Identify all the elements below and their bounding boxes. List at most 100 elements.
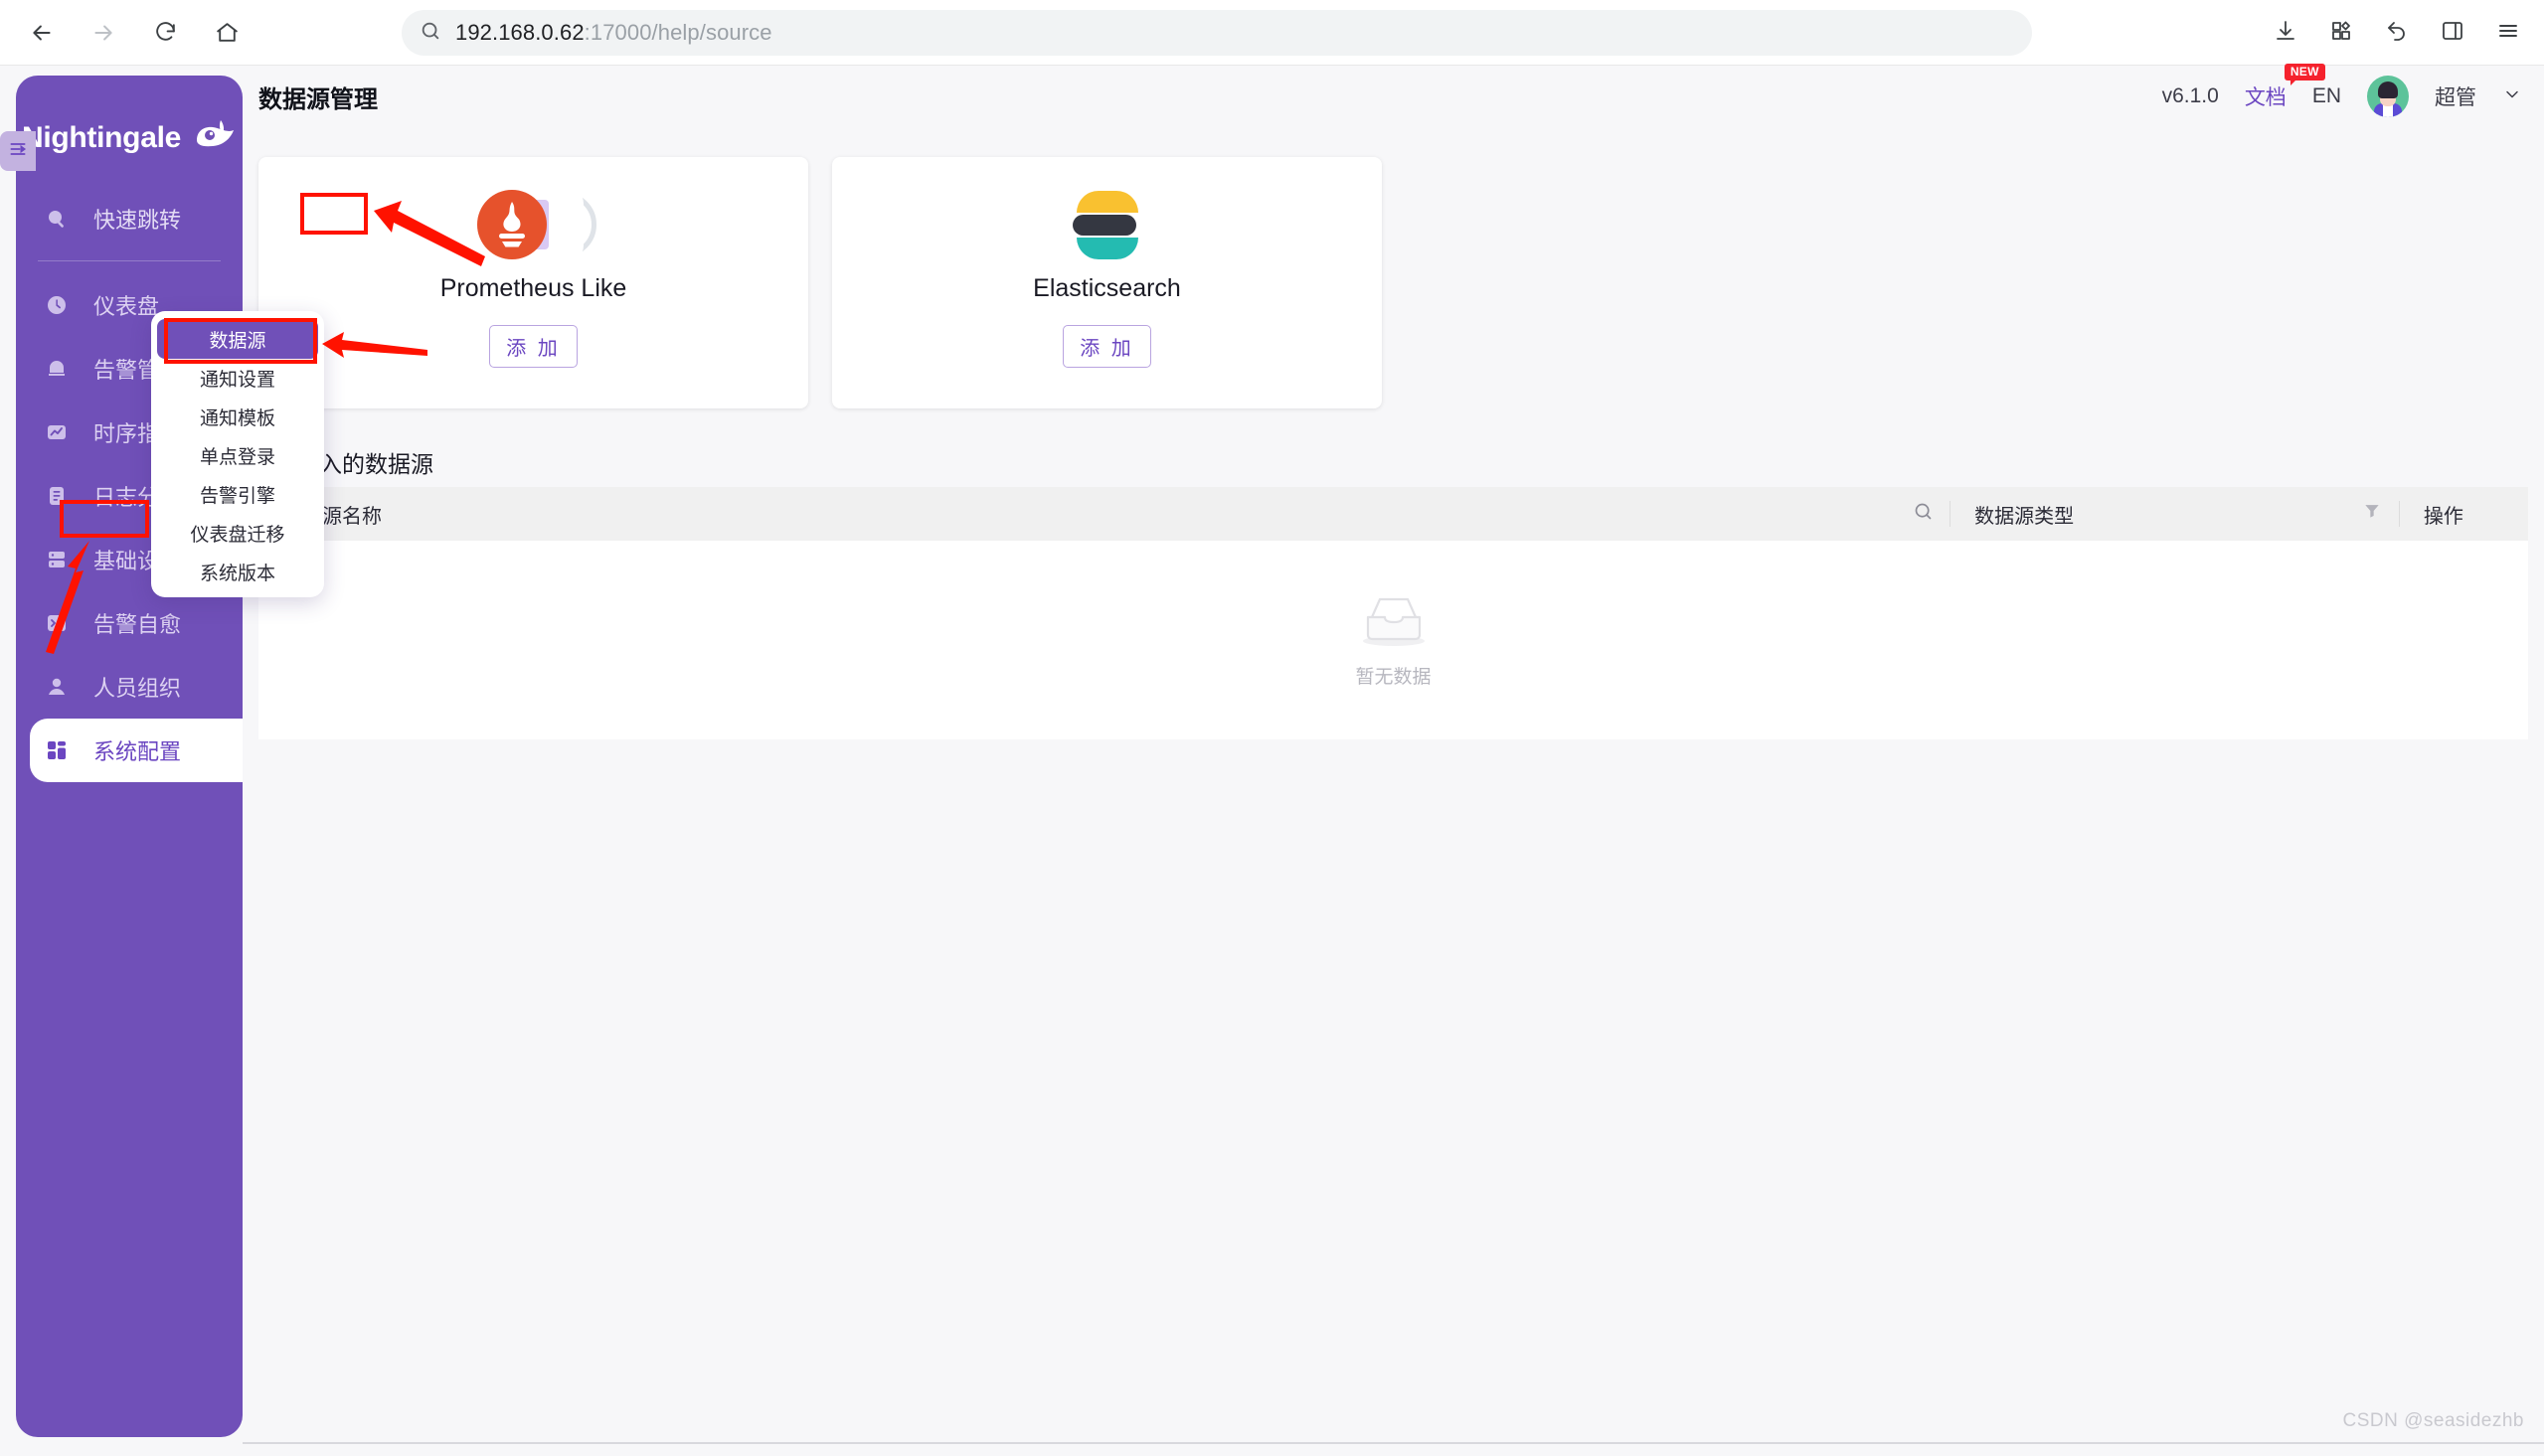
empty-inbox-icon	[1356, 591, 1432, 654]
undo-button[interactable]	[2371, 10, 2423, 56]
datasource-card-prometheus[interactable]: Prometheus Like 添 加	[258, 157, 808, 408]
sidebar-item-label: 人员组织	[93, 676, 182, 701]
sidebar-item-system-configuration[interactable]: 系统配置	[30, 719, 243, 782]
line-chart-icon	[42, 420, 72, 444]
es-mid-bar	[1072, 215, 1136, 236]
hamburger-menu-icon	[2496, 19, 2520, 48]
reload-button[interactable]	[137, 10, 193, 56]
datasource-card-elasticsearch[interactable]: Elasticsearch 添 加	[832, 157, 1382, 408]
version-label: v6.1.0	[2161, 84, 2219, 107]
submenu-item-datasource[interactable]: 数据源	[157, 319, 318, 359]
home-button[interactable]	[199, 10, 254, 56]
column-header-name: 数据源名称	[282, 505, 382, 528]
elasticsearch-logo-icon	[1072, 190, 1142, 259]
prometheus-logo-icon	[475, 190, 596, 259]
download-icon	[2274, 19, 2297, 48]
datasource-card-name: Prometheus Like	[439, 274, 627, 302]
avatar[interactable]	[2367, 76, 2409, 117]
address-bar-text: 192.168.0.62:17000/help/source	[455, 20, 772, 45]
main-content: 数据源管理 v6.1.0 文档 NEW EN 超管 Prometheus Lik…	[243, 64, 2544, 1456]
add-datasource-button[interactable]: 添 加	[489, 325, 578, 368]
forward-button[interactable]	[76, 10, 131, 56]
column-filter-button[interactable]	[2345, 487, 2399, 541]
submenu-item-notification-template[interactable]: 通知模板	[151, 398, 324, 436]
search-icon	[1913, 501, 1934, 528]
submenu-item-system-version[interactable]: 系统版本	[151, 553, 324, 591]
es-top-arc	[1076, 191, 1138, 213]
document-log-icon	[42, 484, 72, 508]
app-root: Nightingale 快速跳转 仪表盘 告警管理 时序指标 日志分析 基础设施…	[0, 64, 2544, 1456]
sidebar-item-personnel-organization[interactable]: 人员组织	[16, 655, 243, 719]
terminal-icon	[42, 611, 72, 635]
es-bottom-arc	[1076, 238, 1138, 259]
submenu-item-dashboard-migration[interactable]: 仪表盘迁移	[151, 514, 324, 553]
dashboard-icon	[42, 293, 72, 317]
empty-state-text: 暂无数据	[1355, 667, 1432, 688]
submenu-item-notification-settings[interactable]: 通知设置	[151, 359, 324, 398]
undo-icon	[2385, 19, 2409, 48]
table-header-row: 数据源名称 数据源类型 操作	[258, 487, 2528, 541]
sidebar-item-label: 快速跳转	[93, 208, 182, 233]
datasource-table: 数据源名称 数据源类型 操作 暂无数据	[258, 487, 2528, 739]
elasticsearch-logo	[1072, 189, 1142, 260]
browser-nav-buttons	[14, 10, 254, 56]
nightingale-bird-icon	[191, 118, 237, 159]
server-icon	[42, 548, 72, 571]
sidebar-item-quick-jump[interactable]: 快速跳转	[16, 187, 243, 250]
watermark: CSDN @seasidezhb	[2342, 1410, 2524, 1431]
browser-actions	[2260, 10, 2534, 56]
page-header: 数据源管理 v6.1.0 文档 NEW EN 超管	[243, 64, 2544, 127]
chevron-down-icon[interactable]	[2502, 84, 2522, 109]
page-title: 数据源管理	[258, 85, 378, 113]
column-header-type: 数据源类型	[1974, 505, 2075, 528]
browser-toolbar: 192.168.0.62:17000/help/source	[0, 0, 2544, 66]
page-bottom-rule	[243, 1442, 2544, 1444]
prometheus-logo	[475, 189, 596, 260]
sidebar-item-alarm-self-healing[interactable]: 告警自愈	[16, 591, 243, 655]
table-body-empty: 暂无数据	[258, 541, 2528, 739]
doc-link-wrapper: 文档 NEW	[2245, 64, 2325, 111]
sidebar-item-label: 仪表盘	[93, 294, 160, 319]
column-search-button[interactable]	[1897, 487, 1950, 541]
search-icon	[42, 207, 72, 231]
collapse-panel-icon	[8, 139, 28, 164]
sidebar-item-label: 告警自愈	[93, 612, 182, 637]
doc-link[interactable]: 文档	[2245, 86, 2287, 109]
language-switch[interactable]: EN	[2312, 84, 2341, 108]
search-icon	[420, 20, 441, 47]
username-label[interactable]: 超管	[2435, 81, 2476, 111]
sidebar-panel-button[interactable]	[2427, 10, 2478, 56]
menu-button[interactable]	[2482, 10, 2534, 56]
sidebar: Nightingale 快速跳转 仪表盘 告警管理 时序指标 日志分析 基础设施…	[16, 76, 243, 1437]
sidebar-collapse-button[interactable]	[0, 131, 36, 171]
sidebar-panel-icon	[2441, 19, 2464, 48]
reload-icon	[153, 20, 178, 45]
datasource-card-name: Elasticsearch	[1033, 274, 1181, 302]
column-header-operation: 操作	[2423, 505, 2463, 528]
sidebar-divider	[38, 260, 221, 261]
new-badge: NEW	[2284, 64, 2325, 86]
submenu-item-alarm-engine[interactable]: 告警引擎	[151, 475, 324, 514]
filter-icon	[2362, 501, 2382, 527]
alarm-bell-icon	[42, 357, 72, 381]
datasource-type-cards: Prometheus Like 添 加 Elasticsearch 添 加	[258, 157, 1382, 408]
header-actions: v6.1.0 文档 NEW EN 超管	[2161, 64, 2522, 127]
prometheus-mark	[476, 190, 547, 259]
brand-logo[interactable]: Nightingale	[16, 107, 243, 169]
download-button[interactable]	[2260, 10, 2311, 56]
add-datasource-button[interactable]: 添 加	[1063, 325, 1151, 368]
extensions-icon	[2329, 19, 2353, 48]
apps-grid-icon	[42, 738, 72, 762]
sidebar-item-label: 系统配置	[93, 739, 182, 764]
back-arrow-icon	[29, 20, 55, 46]
home-icon	[215, 20, 240, 45]
user-icon	[42, 675, 72, 699]
extensions-button[interactable]	[2315, 10, 2367, 56]
address-bar[interactable]: 192.168.0.62:17000/help/source	[402, 10, 2032, 56]
submenu-item-single-sign-on[interactable]: 单点登录	[151, 436, 324, 475]
back-button[interactable]	[14, 10, 70, 56]
avatar-hair	[2378, 81, 2398, 98]
system-config-submenu: 数据源 通知设置 通知模板 单点登录 告警引擎 仪表盘迁移 系统版本	[151, 311, 324, 597]
brand-name: Nightingale	[21, 121, 182, 154]
forward-arrow-icon	[90, 20, 116, 46]
